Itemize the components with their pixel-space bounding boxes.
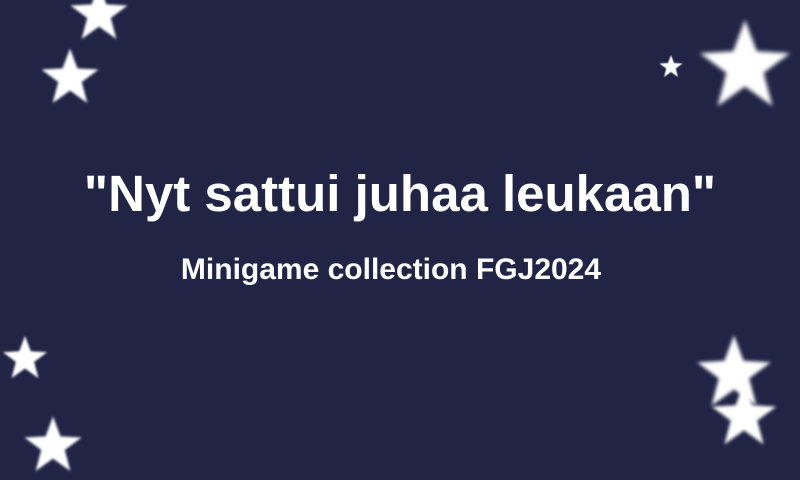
- star-icon: [708, 380, 780, 450]
- star-icon: [38, 46, 102, 108]
- star-icon: [658, 54, 684, 79]
- game-title: "Nyt sattui juhaa leukaan": [83, 165, 717, 222]
- star-icon: [22, 414, 84, 476]
- star-icon: [0, 334, 50, 382]
- title-screen: "Nyt sattui juhaa leukaan" Minigame coll…: [0, 0, 800, 480]
- star-icon: [66, 0, 132, 44]
- star-icon: [694, 16, 796, 114]
- game-subtitle: Minigame collection FGJ2024: [180, 253, 602, 286]
